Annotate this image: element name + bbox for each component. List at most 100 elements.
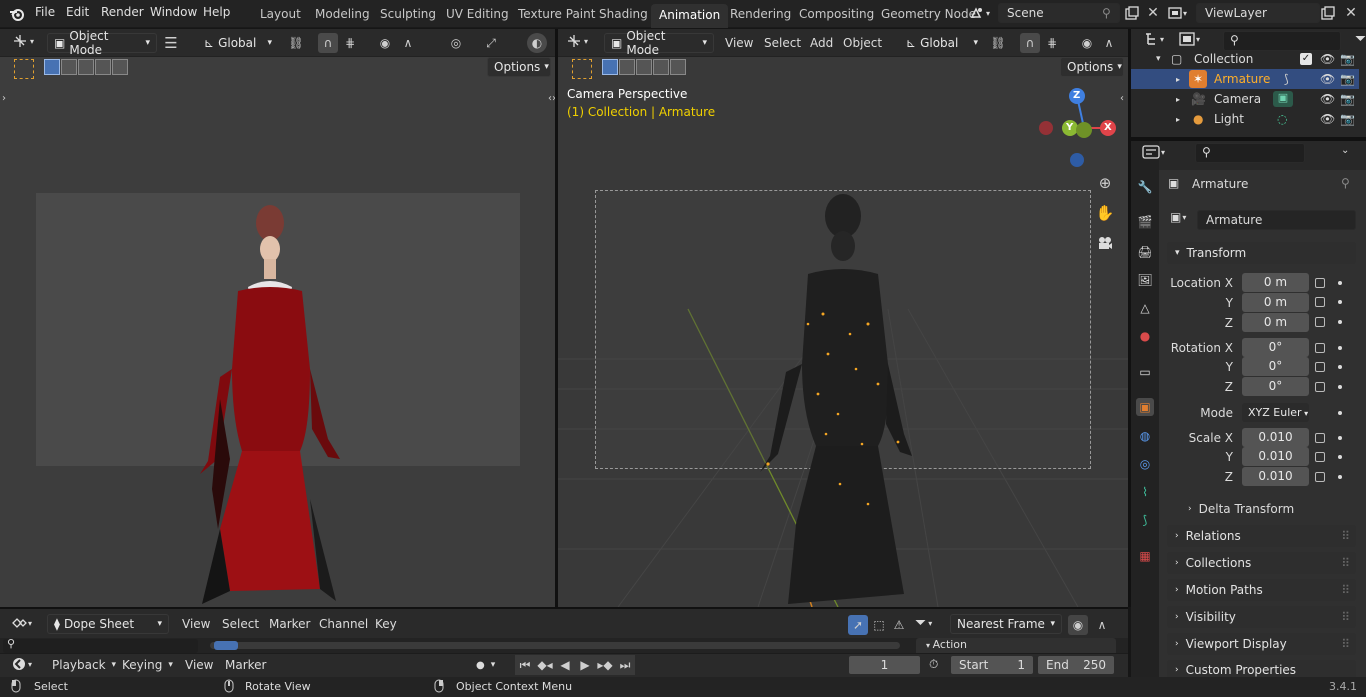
tab-animation[interactable]: Animation bbox=[651, 4, 729, 28]
gizmo-toggle-icon[interactable]: ⤢ bbox=[481, 33, 501, 53]
lock-scale-y-icon[interactable] bbox=[1315, 452, 1325, 462]
location-z-field[interactable]: 0 m bbox=[1242, 313, 1309, 332]
location-y-field[interactable]: 0 m bbox=[1242, 293, 1309, 312]
snap-magnet-icon[interactable]: ∩ bbox=[318, 33, 338, 53]
dopesheet-menu-key[interactable]: Key bbox=[375, 617, 397, 631]
dopesheet-falloff-icon[interactable]: ∧ bbox=[1092, 615, 1112, 635]
keyframe-rotation-x-icon[interactable] bbox=[1338, 346, 1342, 350]
outliner-row-armature[interactable]: ▸ ✶ Armature ⟆ 👁 📷 bbox=[1131, 69, 1359, 89]
motion-paths-panel-header[interactable]: › Motion Paths ⠿ bbox=[1167, 579, 1356, 601]
collection-render-icon[interactable]: 📷 bbox=[1340, 52, 1355, 66]
tab-shading[interactable]: Shading bbox=[599, 7, 648, 21]
physics-tab-icon[interactable]: ◎ bbox=[1136, 455, 1154, 473]
properties-editor-type-icon[interactable]: ▾ bbox=[1142, 144, 1165, 160]
dopesheet-editor-type-icon[interactable]: ▾ bbox=[11, 615, 32, 631]
next-keyframe-icon[interactable]: ▸◆ bbox=[595, 655, 615, 675]
auto-keying-toggle[interactable]: ● ▾ bbox=[470, 655, 510, 675]
scale-x-field[interactable]: 0.010 bbox=[1242, 428, 1309, 447]
tab-layout[interactable]: Layout bbox=[260, 7, 301, 21]
toolbar-expand-icon[interactable]: › bbox=[2, 93, 6, 104]
menu-help[interactable]: Help bbox=[203, 5, 230, 19]
visibility-icon[interactable]: ◎ bbox=[446, 33, 466, 53]
armature-data-tab-icon[interactable]: ⟆ bbox=[1136, 511, 1154, 529]
viewport-display-drag-icon[interactable]: ⠿ bbox=[1341, 637, 1350, 651]
select-box-tool-icon[interactable] bbox=[14, 59, 34, 79]
dopesheet-menu-view[interactable]: View bbox=[182, 617, 210, 631]
scene-selector-icon[interactable]: ▾ bbox=[970, 3, 994, 23]
dopesheet-mode-dropdown[interactable]: ⧫ Dope Sheet ▾ bbox=[47, 614, 169, 634]
light-expand-icon[interactable]: ▸ bbox=[1176, 115, 1180, 124]
view-layer-tab-icon[interactable]: 🖼 bbox=[1136, 271, 1154, 289]
timeline-menu-view[interactable]: View bbox=[185, 658, 213, 672]
delta-transform-subpanel[interactable]: › Delta Transform bbox=[1188, 502, 1294, 516]
rotation-z-field[interactable]: 0° bbox=[1242, 377, 1309, 396]
new-view-layer-icon[interactable] bbox=[1318, 3, 1338, 23]
lock-location-z-icon[interactable] bbox=[1315, 317, 1325, 327]
keyframe-scale-z-icon[interactable] bbox=[1338, 475, 1342, 479]
camera-render-icon[interactable]: 📷 bbox=[1340, 92, 1355, 106]
only-selected-icon[interactable]: ➚ bbox=[848, 615, 868, 635]
visibility-drag-icon[interactable]: ⠿ bbox=[1341, 610, 1350, 624]
lock-rotation-y-icon[interactable] bbox=[1315, 362, 1325, 372]
lock-location-y-icon[interactable] bbox=[1315, 297, 1325, 307]
lock-location-x-icon[interactable] bbox=[1315, 278, 1325, 288]
relations-drag-icon[interactable]: ⠿ bbox=[1341, 529, 1350, 543]
start-frame-field[interactable]: Start 1 bbox=[950, 655, 1034, 675]
stopwatch-icon[interactable]: ⏱ bbox=[929, 657, 938, 672]
motion-paths-drag-icon[interactable]: ⠿ bbox=[1341, 583, 1350, 597]
keyframe-location-y-icon[interactable] bbox=[1338, 300, 1342, 304]
left-mode-dropdown[interactable]: ▣ Object Mode ▾ bbox=[47, 29, 157, 57]
lock-rotation-x-icon[interactable] bbox=[1315, 343, 1325, 353]
left-viewport[interactable]: ▾ ▣ Object Mode ▾ ☰ ⊾ Global ▾ ⛓ ∩ ⋕ ◉ ∧ ◎ ⤢… bbox=[0, 29, 555, 607]
rotation-x-field[interactable]: 0° bbox=[1242, 338, 1309, 357]
left-options-dropdown[interactable]: Options ▾ bbox=[487, 57, 551, 77]
right-viewport[interactable]: ▾ ▣ Object Mode ▾ View Select Add Object ⊾… bbox=[558, 29, 1128, 607]
playback-menu[interactable]: Playback ▾ bbox=[52, 658, 116, 672]
prev-keyframe-icon[interactable]: ◆◂ bbox=[535, 655, 555, 675]
keying-menu[interactable]: Keying ▾ bbox=[122, 658, 173, 672]
camera-expand-icon[interactable]: ▸ bbox=[1176, 95, 1180, 104]
outliner-editor-type-icon[interactable]: ▾ bbox=[1143, 31, 1164, 47]
armature-eye-icon[interactable]: 👁 bbox=[1320, 72, 1335, 86]
lock-rotation-z-icon[interactable] bbox=[1315, 382, 1325, 392]
location-x-field[interactable]: 0 m bbox=[1242, 273, 1309, 292]
properties-pin-icon[interactable]: ⚲ bbox=[1341, 176, 1350, 190]
errors-only-icon[interactable]: ⚠ bbox=[889, 615, 909, 635]
view-layer-selector-icon[interactable]: ▾ bbox=[1168, 3, 1192, 23]
render-tab-icon[interactable]: 🎬 bbox=[1136, 213, 1154, 231]
hidden-objects-icon[interactable]: ⬚ bbox=[869, 615, 889, 635]
tab-geometry-nodes[interactable]: Geometry Node bbox=[881, 7, 976, 21]
object-name-field[interactable]: Armature bbox=[1197, 210, 1356, 230]
snap-target-icon[interactable]: ⋕ bbox=[340, 33, 360, 53]
menu-file[interactable]: File bbox=[35, 5, 55, 19]
scene-tab-icon[interactable]: △ bbox=[1136, 299, 1154, 317]
dopesheet-proportional-icon[interactable]: ◉ bbox=[1068, 615, 1088, 635]
properties-options-icon[interactable]: ⌄ bbox=[1341, 145, 1349, 156]
keyframe-location-x-icon[interactable] bbox=[1338, 281, 1342, 285]
texture-tab-icon[interactable]: ▦ bbox=[1136, 547, 1154, 565]
tool-tab-icon[interactable]: 🔧 bbox=[1136, 178, 1154, 196]
scale-z-field[interactable]: 0.010 bbox=[1242, 467, 1309, 486]
camera-view-icon[interactable] bbox=[1095, 233, 1115, 253]
dopesheet-playhead[interactable] bbox=[214, 641, 238, 650]
collection-expand-icon[interactable]: ▾ bbox=[1156, 54, 1161, 64]
delete-scene-icon[interactable]: ✕ bbox=[1143, 3, 1163, 23]
delete-view-layer-icon[interactable]: ✕ bbox=[1341, 3, 1361, 23]
outliner-display-mode-icon[interactable]: ▾ bbox=[1179, 31, 1200, 47]
constraints-tab-icon[interactable]: ⌇ bbox=[1136, 483, 1154, 501]
selection-mode-icons[interactable] bbox=[44, 59, 128, 75]
outliner-search-input[interactable]: ⚲ bbox=[1223, 31, 1341, 51]
outliner-row-camera[interactable]: ▸ 🎥 Camera ▣ 👁 📷 bbox=[1131, 89, 1359, 109]
dopesheet-filter-icon[interactable]: ⏷ ▾ bbox=[915, 615, 932, 631]
dopesheet-search-input[interactable]: ⚲ bbox=[3, 637, 198, 653]
transform-panel-header[interactable]: ▾ Transform bbox=[1167, 242, 1356, 264]
camera-eye-icon[interactable]: 👁 bbox=[1320, 92, 1335, 106]
right-sidebar-expand-icon[interactable]: ‹ bbox=[1120, 93, 1124, 104]
lock-scale-z-icon[interactable] bbox=[1315, 472, 1325, 482]
collection-eye-icon[interactable]: 👁 bbox=[1320, 52, 1335, 66]
relations-panel-header[interactable]: › Relations ⠿ bbox=[1167, 525, 1356, 547]
navigation-gizmo[interactable] bbox=[1036, 84, 1126, 169]
output-tab-icon[interactable]: 🖨 bbox=[1136, 243, 1154, 261]
editor-type-icon[interactable]: ▾ bbox=[12, 33, 34, 49]
timeline-menu-marker[interactable]: Marker bbox=[225, 658, 266, 672]
